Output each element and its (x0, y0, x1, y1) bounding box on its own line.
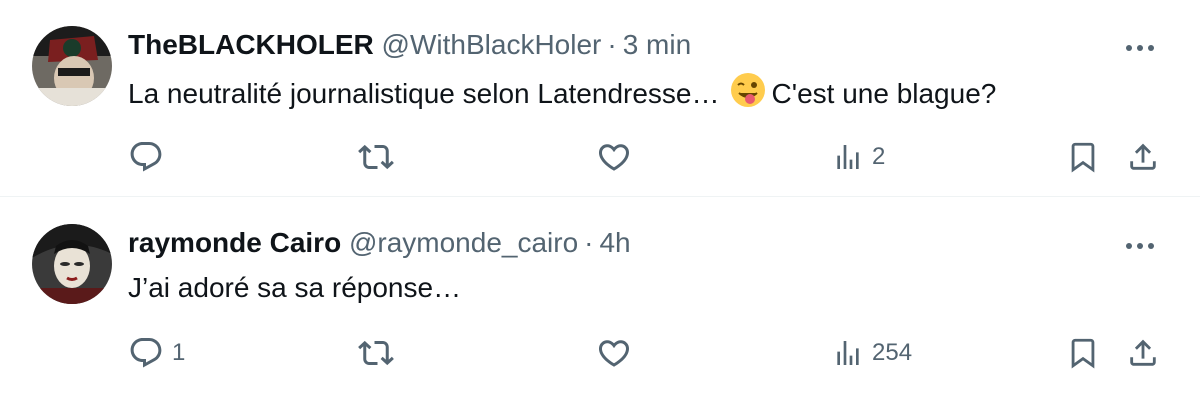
reply-button[interactable] (128, 130, 172, 184)
tweet[interactable]: raymonde Cairo @raymonde_cairo · 4h J’ai a… (0, 198, 1200, 404)
share-icon (1126, 336, 1160, 370)
views-button[interactable]: 254 (832, 326, 912, 380)
tweet[interactable]: TheBLACKHOLER @WithBlackHoler · 3 min La n… (0, 0, 1200, 197)
reply-count: 1 (172, 339, 186, 366)
tweet-text: J’ai adoré sa sa réponse… (128, 272, 462, 303)
retweet-icon (358, 335, 394, 371)
reply-icon (128, 335, 164, 371)
heart-icon (596, 335, 632, 371)
action-bar: 1 254 (0, 326, 1200, 380)
winking-face-with-tongue-icon (730, 72, 766, 119)
separator: · (607, 29, 617, 60)
retweet-icon (358, 139, 394, 175)
views-count: 254 (872, 339, 913, 366)
views-icon (832, 141, 864, 173)
retweet-button[interactable] (358, 130, 394, 184)
action-bar: 2 (0, 130, 1200, 184)
bookmark-icon (1066, 336, 1100, 370)
tweet-text-part: C'est une blague? (771, 77, 997, 109)
views-button[interactable]: 2 (832, 130, 885, 184)
tweet-text-part: La neutralité journalistique selon Laten… (128, 77, 720, 109)
tweet-header: raymonde Cairo @raymonde_cairo · 4h (128, 226, 631, 260)
avatar[interactable] (32, 224, 112, 304)
timestamp[interactable]: 3 min (623, 29, 691, 60)
display-name[interactable]: TheBLACKHOLER (128, 29, 374, 60)
user-handle[interactable]: @raymonde_cairo (349, 227, 578, 258)
user-handle[interactable]: @WithBlackHoler (382, 29, 602, 60)
reply-icon (128, 139, 164, 175)
bookmark-button[interactable] (1066, 130, 1100, 184)
tweet-header: TheBLACKHOLER @WithBlackHoler · 3 min (128, 28, 691, 62)
more-icon[interactable] (1120, 234, 1160, 258)
views-count: 2 (872, 143, 886, 170)
timestamp[interactable]: 4h (599, 227, 630, 258)
share-icon (1126, 140, 1160, 174)
more-icon[interactable] (1120, 36, 1160, 60)
share-button[interactable] (1126, 130, 1160, 184)
separator: · (584, 227, 594, 258)
bookmark-icon (1066, 140, 1100, 174)
like-button[interactable] (596, 130, 632, 184)
retweet-button[interactable] (358, 326, 394, 380)
bookmark-button[interactable] (1066, 326, 1100, 380)
like-button[interactable] (596, 326, 632, 380)
display-name[interactable]: raymonde Cairo (128, 227, 341, 258)
heart-icon (596, 139, 632, 175)
tweet-text: La neutralité journalistique selon Laten… (128, 72, 996, 119)
avatar[interactable] (32, 26, 112, 106)
views-icon (832, 337, 864, 369)
share-button[interactable] (1126, 326, 1160, 380)
reply-button[interactable]: 1 (128, 326, 185, 380)
